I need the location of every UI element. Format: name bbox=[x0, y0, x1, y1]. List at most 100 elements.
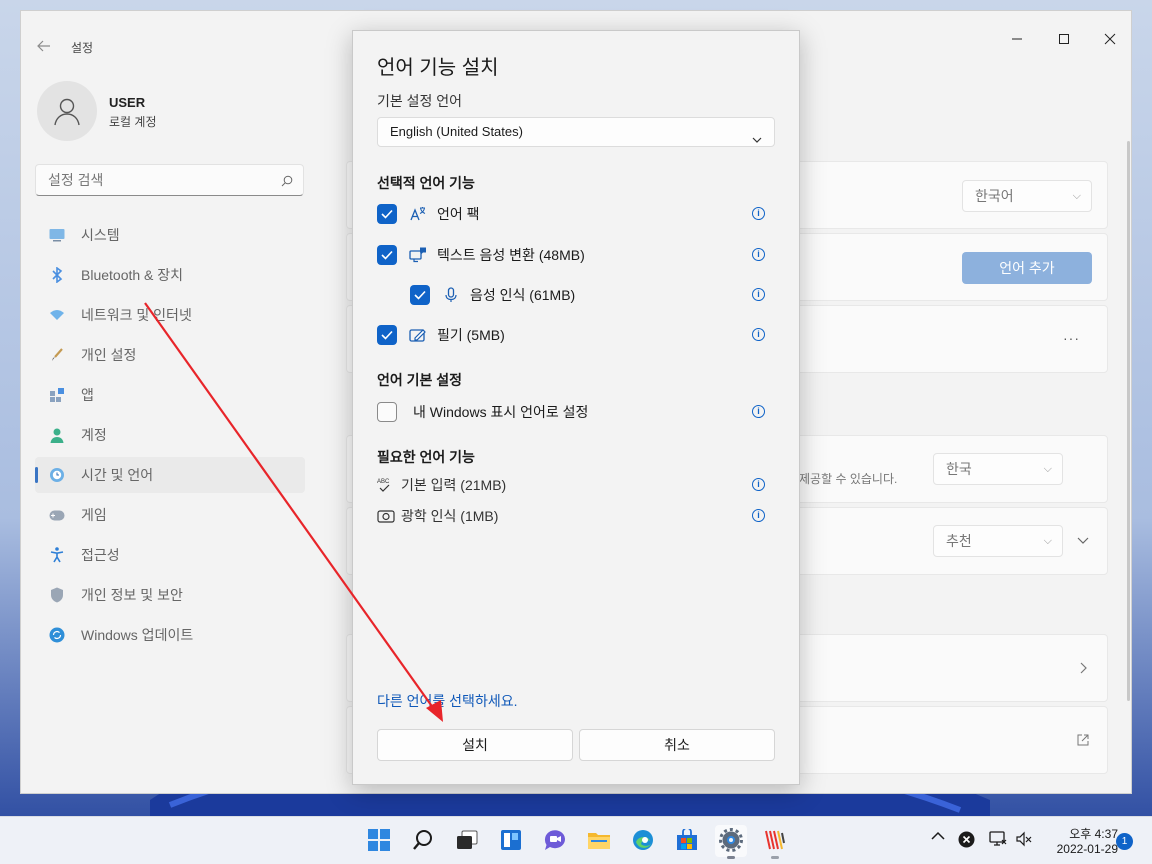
scrollbar[interactable] bbox=[1127, 141, 1130, 701]
more-options-icon[interactable]: ··· bbox=[1063, 330, 1080, 346]
info-icon[interactable]: i bbox=[752, 248, 765, 261]
edge-button[interactable] bbox=[627, 825, 659, 857]
feature-label: 언어 팩 bbox=[437, 206, 480, 222]
chevron-down-icon: ⌵ bbox=[1043, 463, 1052, 475]
sidebar-item-windows-update[interactable]: Windows 업데이트 bbox=[35, 617, 305, 653]
taskbar-search-button[interactable] bbox=[407, 825, 439, 857]
feature-row-handwriting[interactable]: 필기 (5MB) i bbox=[377, 324, 775, 346]
close-circle-icon[interactable] bbox=[958, 831, 975, 848]
feature-row-language-pack[interactable]: 언어 팩 i bbox=[377, 203, 775, 225]
person-icon bbox=[54, 98, 80, 126]
language-preferences-heading: 언어 기본 설정 bbox=[377, 372, 463, 388]
sidebar-item-label: 게임 bbox=[81, 507, 107, 523]
install-language-features-dialog: 언어 기능 설치 기본 설정 언어 English (United States… bbox=[352, 30, 800, 785]
chevron-down-icon: ⌵ bbox=[1072, 190, 1081, 202]
language-pack-icon bbox=[409, 205, 427, 223]
windows-logo-icon bbox=[368, 828, 390, 854]
sidebar-item-time-language[interactable]: 시간 및 언어 bbox=[35, 457, 305, 493]
task-view-button[interactable] bbox=[451, 825, 483, 857]
notification-badge[interactable]: 1 bbox=[1116, 833, 1133, 850]
close-button[interactable] bbox=[1087, 29, 1131, 49]
chat-button[interactable] bbox=[539, 825, 571, 857]
external-link-icon bbox=[1077, 733, 1089, 749]
gamepad-icon bbox=[49, 507, 65, 523]
chat-icon bbox=[543, 829, 567, 854]
sidebar-item-apps[interactable]: 앱 bbox=[35, 377, 305, 413]
sidebar-item-gaming[interactable]: 게임 bbox=[35, 497, 305, 533]
store-button[interactable] bbox=[671, 825, 703, 857]
checkbox-checked[interactable] bbox=[377, 325, 397, 345]
checkbox-unchecked[interactable] bbox=[377, 402, 397, 422]
optional-features-heading: 선택적 언어 기능 bbox=[377, 175, 475, 191]
sidebar-item-bluetooth[interactable]: Bluetooth & 장치 bbox=[35, 257, 305, 293]
sidebar-item-personalization[interactable]: 개인 설정 bbox=[35, 337, 305, 373]
svg-text:ABC: ABC bbox=[377, 479, 390, 485]
sidebar-item-network[interactable]: 네트워크 및 인터넷 bbox=[35, 297, 305, 333]
preferred-language-label: 기본 설정 언어 bbox=[377, 93, 463, 109]
info-icon[interactable]: i bbox=[752, 328, 765, 341]
chevron-down-icon: ⌵ bbox=[1043, 535, 1052, 547]
cancel-button[interactable]: 취소 bbox=[579, 729, 775, 761]
search-icon bbox=[281, 174, 293, 190]
volume-muted-icon[interactable] bbox=[1016, 831, 1032, 847]
required-feature-basic-typing: ABC 기본 입력 (21MB) i bbox=[377, 475, 775, 495]
settings-taskbar-button[interactable] bbox=[715, 825, 747, 859]
globe-clock-icon bbox=[49, 467, 65, 483]
update-icon bbox=[49, 627, 65, 643]
checkbox-checked[interactable] bbox=[377, 204, 397, 224]
start-button[interactable] bbox=[363, 825, 395, 857]
search-input[interactable] bbox=[48, 165, 268, 195]
network-icon[interactable] bbox=[989, 831, 1007, 847]
pinned-app-button[interactable] bbox=[759, 825, 791, 859]
store-icon bbox=[676, 826, 698, 854]
checkbox-checked[interactable] bbox=[410, 285, 430, 305]
edge-icon bbox=[632, 829, 654, 854]
sidebar-item-accounts[interactable]: 계정 bbox=[35, 417, 305, 453]
info-icon[interactable]: i bbox=[752, 207, 765, 220]
info-icon[interactable]: i bbox=[752, 405, 765, 418]
brush-icon bbox=[49, 347, 65, 363]
required-feature-ocr: 광학 인식 (1MB) i bbox=[377, 506, 775, 526]
format-select[interactable]: 추천 ⌵ bbox=[933, 525, 1063, 557]
clock-date[interactable]: 2022-01-29 bbox=[1046, 842, 1118, 856]
choose-another-language-link[interactable]: 다른 언어를 선택하세요. bbox=[377, 691, 517, 711]
clock-time[interactable]: 오후 4:37 bbox=[1046, 825, 1118, 842]
feature-label: 텍스트 음성 변환 (48MB) bbox=[437, 247, 585, 263]
person-icon bbox=[49, 427, 65, 443]
chevron-down-icon bbox=[752, 126, 762, 154]
info-icon[interactable]: i bbox=[752, 478, 765, 491]
running-indicator bbox=[771, 856, 779, 859]
expand-chevron-icon[interactable] bbox=[1077, 532, 1089, 548]
minimize-button[interactable] bbox=[994, 29, 1040, 49]
back-arrow-icon[interactable] bbox=[37, 39, 51, 56]
add-language-button[interactable]: 언어 추가 bbox=[962, 252, 1092, 284]
sidebar-item-privacy[interactable]: 개인 정보 및 보안 bbox=[35, 577, 305, 613]
user-profile[interactable]: USER 로컬 계정 bbox=[37, 81, 157, 141]
preferred-language-dropdown[interactable]: English (United States) bbox=[377, 117, 775, 147]
sidebar-item-system[interactable]: 시스템 bbox=[35, 217, 305, 253]
select-value: 한국 bbox=[946, 461, 972, 477]
feature-row-text-to-speech[interactable]: 텍스트 음성 변환 (48MB) i bbox=[377, 244, 775, 266]
feature-label: 기본 입력 (21MB) bbox=[401, 477, 507, 493]
handwriting-icon bbox=[409, 326, 427, 344]
apps-icon bbox=[49, 387, 65, 403]
file-explorer-icon bbox=[587, 830, 611, 853]
set-display-language-row[interactable]: 내 Windows 표시 언어로 설정 i bbox=[377, 401, 775, 423]
sidebar-item-label: 시간 및 언어 bbox=[81, 467, 154, 483]
checkbox-checked[interactable] bbox=[377, 245, 397, 265]
settings-search-box[interactable] bbox=[35, 164, 304, 196]
info-icon[interactable]: i bbox=[752, 288, 765, 301]
install-button[interactable]: 설치 bbox=[377, 729, 573, 761]
region-select[interactable]: 한국 ⌵ bbox=[933, 453, 1063, 485]
maximize-button[interactable] bbox=[1041, 29, 1087, 49]
show-hidden-icons-chevron-icon[interactable] bbox=[931, 831, 945, 841]
active-indicator bbox=[727, 856, 735, 859]
widgets-button[interactable] bbox=[495, 825, 527, 857]
feature-row-speech-recognition[interactable]: 음성 인식 (61MB) i bbox=[410, 284, 775, 306]
sidebar-item-accessibility[interactable]: 접근성 bbox=[35, 537, 305, 573]
info-icon[interactable]: i bbox=[752, 509, 765, 522]
feature-label: 음성 인식 (61MB) bbox=[470, 287, 576, 303]
monitor-icon bbox=[49, 227, 65, 243]
file-explorer-button[interactable] bbox=[583, 825, 615, 857]
display-language-select[interactable]: 한국어 ⌵ bbox=[962, 180, 1092, 212]
